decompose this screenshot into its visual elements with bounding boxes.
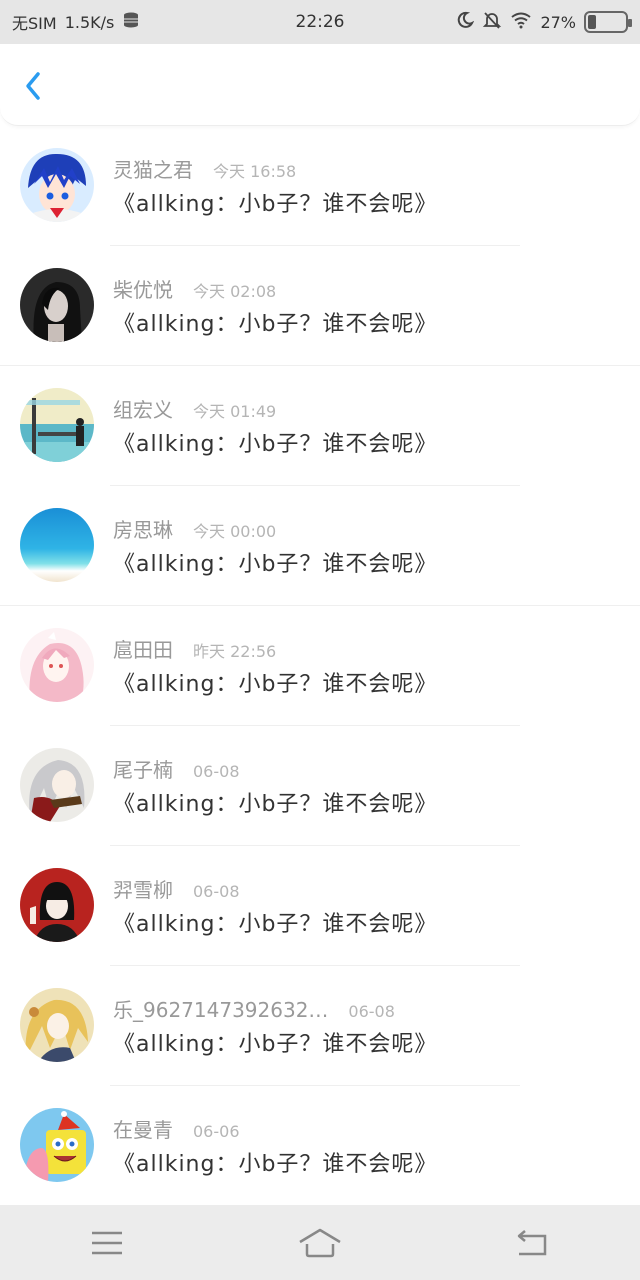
message-preview: 《allking：小b子？谁不会呢》	[113, 552, 438, 577]
avatar	[20, 1108, 94, 1182]
name-row: 羿雪柳 06-08	[113, 874, 240, 903]
avatar	[20, 868, 94, 942]
header	[0, 44, 640, 126]
message-preview: 《allking：小b子？谁不会呢》	[113, 1152, 438, 1177]
message-preview: 《allking：小b子？谁不会呢》	[113, 312, 438, 337]
avatar	[20, 388, 94, 462]
message-list: 灵猫之君 今天 16:58 《allking：小b子？谁不会呢》 柴优悦 今天 …	[0, 126, 640, 1206]
name-row: 在曼青 06-06	[113, 1114, 240, 1143]
home-icon	[299, 1228, 341, 1257]
message-time: 今天 02:08	[193, 282, 277, 301]
avatar	[20, 508, 94, 582]
contact-name: 柴优悦	[113, 278, 173, 302]
message-preview: 《allking：小b子？谁不会呢》	[113, 672, 438, 697]
chevron-left-icon	[26, 72, 40, 100]
list-item[interactable]: 乐_9627147392632… 06-08 《allking：小b子？谁不会呢…	[0, 966, 640, 1086]
list-item[interactable]: 扈田田 昨天 22:56 《allking：小b子？谁不会呢》	[0, 606, 640, 726]
contact-name: 扈田田	[113, 638, 173, 662]
contact-name: 房思琳	[113, 518, 173, 542]
avatar	[20, 268, 94, 342]
name-row: 灵猫之君 今天 16:58	[113, 154, 296, 183]
list-item[interactable]: 房思琳 今天 00:00 《allking：小b子？谁不会呢》	[0, 486, 640, 606]
contact-name: 灵猫之君	[113, 158, 193, 182]
status-time: 22:26	[295, 12, 345, 32]
message-preview: 《allking：小b子？谁不会呢》	[113, 192, 438, 217]
avatar	[20, 748, 94, 822]
list-item[interactable]: 组宏义 今天 01:49 《allking：小b子？谁不会呢》	[0, 366, 640, 486]
menu-button[interactable]	[77, 1218, 137, 1268]
message-preview: 《allking：小b子？谁不会呢》	[113, 912, 438, 937]
back-button[interactable]	[16, 66, 56, 106]
contact-name: 羿雪柳	[113, 878, 173, 902]
message-time: 06-08	[193, 882, 240, 901]
message-time: 今天 00:00	[193, 522, 277, 541]
name-row: 乐_9627147392632… 06-08	[113, 994, 395, 1023]
name-row: 尾子楠 06-08	[113, 754, 240, 783]
name-row: 柴优悦 今天 02:08	[113, 274, 276, 303]
message-preview: 《allking：小b子？谁不会呢》	[113, 792, 438, 817]
message-preview: 《allking：小b子？谁不会呢》	[113, 432, 438, 457]
home-button[interactable]	[290, 1218, 350, 1268]
contact-name: 乐_9627147392632…	[113, 998, 329, 1022]
back-icon	[518, 1229, 547, 1255]
name-row: 组宏义 今天 01:49	[113, 394, 276, 423]
contact-name: 组宏义	[113, 398, 173, 422]
battery-icon	[584, 11, 632, 33]
list-item[interactable]: 尾子楠 06-08 《allking：小b子？谁不会呢》	[0, 726, 640, 846]
list-item[interactable]: 柴优悦 今天 02:08 《allking：小b子？谁不会呢》	[0, 246, 640, 366]
message-time: 今天 16:58	[213, 162, 297, 181]
message-time: 06-08	[348, 1002, 395, 1021]
message-time: 昨天 22:56	[193, 642, 277, 661]
name-row: 扈田田 昨天 22:56	[113, 634, 276, 663]
list-item[interactable]: 灵猫之君 今天 16:58 《allking：小b子？谁不会呢》	[0, 126, 640, 246]
list-item[interactable]: 羿雪柳 06-08 《allking：小b子？谁不会呢》	[0, 846, 640, 966]
message-time: 今天 01:49	[193, 402, 277, 421]
avatar	[20, 628, 94, 702]
avatar	[20, 148, 94, 222]
system-nav-bar	[0, 1205, 640, 1280]
contact-name: 尾子楠	[113, 758, 173, 782]
name-row: 房思琳 今天 00:00	[113, 514, 276, 543]
contact-name: 在曼青	[113, 1118, 173, 1142]
message-time: 06-06	[193, 1122, 240, 1141]
avatar	[20, 988, 94, 1062]
status-bar: 无SIM 1.5K/s 22:26 27%	[0, 0, 640, 44]
message-preview: 《allking：小b子？谁不会呢》	[113, 1032, 438, 1057]
list-item[interactable]: 在曼青 06-06 《allking：小b子？谁不会呢》	[0, 1086, 640, 1206]
back-nav-button[interactable]	[503, 1218, 563, 1268]
menu-icon	[91, 1231, 122, 1254]
message-time: 06-08	[193, 762, 240, 781]
